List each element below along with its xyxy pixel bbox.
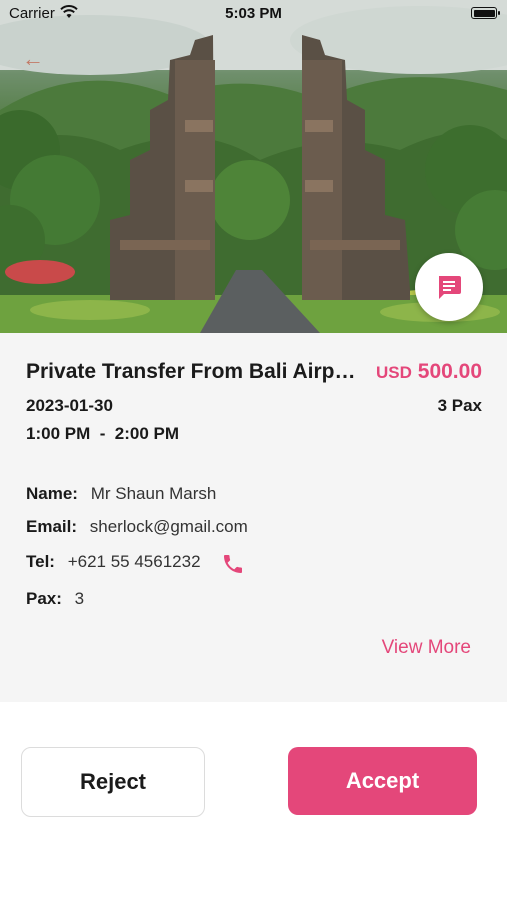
guest-pax: 3 <box>74 589 85 608</box>
phone-icon[interactable] <box>221 552 247 576</box>
booking-title: Private Transfer From Bali Airport <box>26 360 362 383</box>
price-currency: USD <box>376 363 412 382</box>
name-label: Name: <box>26 484 78 503</box>
status-bar: Carrier 5:03 PM <box>0 0 507 28</box>
guest-email: sherlock@gmail.com <box>89 517 248 536</box>
chat-message-icon <box>439 276 461 299</box>
price-amount: 500.00 <box>417 360 482 383</box>
booking-date: 2023-01-30 <box>26 396 113 415</box>
view-more-link[interactable]: View More <box>382 637 471 659</box>
pax-summary: 3 Pax <box>437 396 482 415</box>
booking-price: USD 500.00 <box>376 360 482 384</box>
guest-email-row: Email: sherlock@gmail.com <box>26 517 248 537</box>
guest-pax-row: Pax: 3 <box>26 589 84 609</box>
back-arrow-icon[interactable]: ← <box>22 46 48 72</box>
pax-label: Pax: <box>26 589 62 608</box>
guest-name-row: Name: Mr Shaun Marsh <box>26 484 216 504</box>
guest-name: Mr Shaun Marsh <box>90 484 217 503</box>
booking-detail-panel: Private Transfer From Bali Airport USD 5… <box>0 333 507 702</box>
reject-button[interactable]: Reject <box>21 747 205 817</box>
email-label: Email: <box>26 517 78 536</box>
tel-label: Tel: <box>26 552 55 571</box>
chat-button[interactable] <box>415 253 483 321</box>
guest-tel: +621 55 4561232 <box>67 552 201 571</box>
clock: 5:03 PM <box>225 5 282 22</box>
accept-button[interactable]: Accept <box>288 747 477 815</box>
booking-time-range: 1:00 PM - 2:00 PM <box>26 424 180 443</box>
guest-tel-row: Tel: +621 55 4561232 <box>26 552 242 573</box>
battery-icon <box>471 7 500 19</box>
